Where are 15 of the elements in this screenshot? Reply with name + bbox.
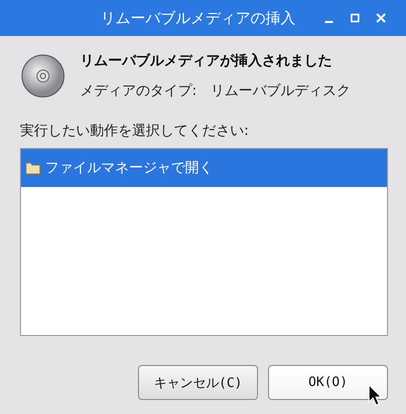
- prompt-label: 実行したい動作を選択してください:: [20, 122, 250, 140]
- media-type-value: リムーバブルディスク: [210, 82, 351, 100]
- mouse-pointer-icon: [368, 384, 382, 406]
- action-label: ファイルマネージャで開く: [45, 159, 213, 177]
- close-icon: [376, 13, 386, 23]
- cancel-button[interactable]: キャンセル(C): [138, 365, 258, 400]
- ok-button[interactable]: OK(O): [268, 365, 388, 400]
- action-item[interactable]: ファイルマネージャで開く: [21, 149, 387, 187]
- window-title: リムーバブルメディアの挿入: [100, 8, 296, 28]
- minimize-icon: [325, 21, 333, 23]
- maximize-icon: [350, 13, 360, 23]
- dialog-heading: リムーバブルメディアが挿入されました: [80, 52, 333, 70]
- disc-icon: [20, 53, 66, 99]
- media-type-label: メディアのタイプ:: [80, 82, 197, 100]
- folder-icon: [25, 161, 41, 175]
